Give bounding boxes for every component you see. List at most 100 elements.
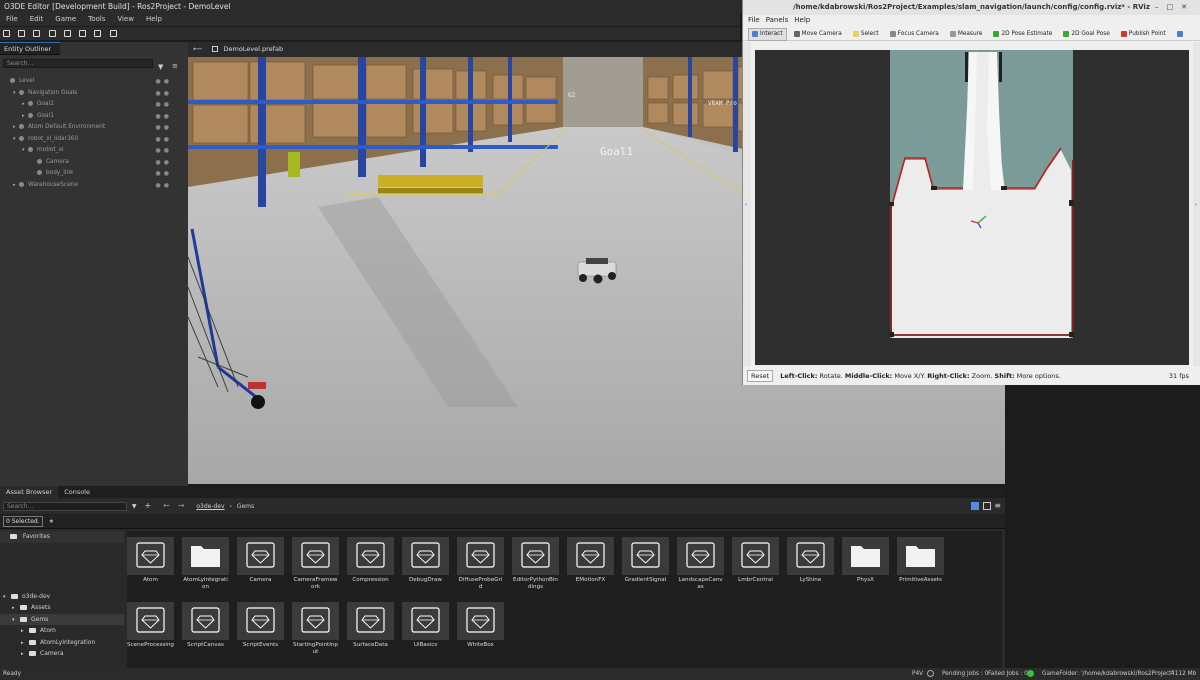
entity-row[interactable]: Level ●● bbox=[0, 76, 188, 88]
asset-tile[interactable]: UiBasics bbox=[402, 596, 457, 656]
asset-tile[interactable]: EditorPythonBindings bbox=[512, 531, 567, 591]
rviz-tool-add[interactable] bbox=[1173, 28, 1189, 41]
entity-row[interactable]: body_link ●● bbox=[0, 168, 188, 180]
visibility-lock-icons[interactable]: ●● bbox=[156, 111, 172, 123]
asset-tile[interactable]: PrimitiveAssets bbox=[897, 531, 952, 591]
tree-item[interactable]: ▸ Camera bbox=[0, 648, 124, 660]
visibility-lock-icons[interactable]: ●● bbox=[156, 134, 172, 146]
view-menu-icon[interactable]: ≡ bbox=[994, 498, 1001, 514]
outliner-menu-icon[interactable]: ≡ bbox=[172, 62, 178, 70]
toolbar-tool-4-icon[interactable] bbox=[48, 30, 56, 37]
filter-icon[interactable]: ▼ bbox=[158, 63, 163, 71]
asset-tile[interactable]: LandscapeCanvas bbox=[677, 531, 732, 591]
outliner-search-input[interactable]: Search... bbox=[3, 59, 153, 68]
visibility-lock-icons[interactable]: ●● bbox=[156, 88, 172, 100]
toolbar-tool-5-icon[interactable] bbox=[63, 30, 71, 37]
asset-tile[interactable]: AtomLyIntegration bbox=[182, 531, 237, 591]
tree-item[interactable]: ▾ Gems bbox=[0, 613, 124, 625]
entity-row[interactable]: ▸ Goal2 ●● bbox=[0, 99, 188, 111]
reset-button[interactable]: Reset bbox=[747, 370, 774, 382]
expand-arrow-icon[interactable]: ▸ bbox=[21, 649, 29, 661]
asset-search-input[interactable]: Search... bbox=[3, 502, 127, 511]
slam-map[interactable] bbox=[755, 50, 1189, 365]
expand-arrow-icon[interactable]: ▾ bbox=[13, 134, 19, 146]
star-icon[interactable]: ★ bbox=[49, 518, 54, 525]
tree-item[interactable]: ▸ Atom bbox=[0, 625, 124, 637]
toolbar-tool-7-icon[interactable] bbox=[94, 30, 102, 37]
rviz-3d-view[interactable] bbox=[755, 50, 1189, 365]
breadcrumb-current[interactable]: Gems bbox=[237, 503, 254, 510]
expand-arrow-icon[interactable]: ▸ bbox=[13, 180, 19, 192]
visibility-lock-icons[interactable]: ●● bbox=[156, 157, 172, 169]
filter-icon[interactable]: ▼ bbox=[132, 503, 137, 510]
visibility-lock-icons[interactable]: ●● bbox=[156, 180, 172, 192]
close-icon[interactable]: ✕ bbox=[1181, 3, 1195, 11]
grid-view-icon[interactable] bbox=[971, 502, 979, 510]
asset-tile[interactable]: EMotionFX bbox=[567, 531, 622, 591]
asset-tile[interactable]: Atom bbox=[127, 531, 182, 591]
entity-row[interactable]: ▾ robot_xl_lidar360 ●● bbox=[0, 134, 188, 146]
menu-edit[interactable]: Edit bbox=[30, 15, 44, 23]
add-icon[interactable]: + bbox=[144, 501, 151, 510]
visibility-lock-icons[interactable]: ●● bbox=[156, 99, 172, 111]
expand-arrow-icon[interactable]: ▸ bbox=[22, 111, 28, 123]
asset-tile[interactable]: DiffuseProbeGrid bbox=[457, 531, 512, 591]
menu-help[interactable]: Help bbox=[146, 15, 162, 23]
tree-item[interactable]: ▸ AtomLyIntegration bbox=[0, 637, 124, 649]
menu-file[interactable]: File bbox=[6, 15, 18, 23]
entity-row[interactable]: ▸ WarehouseScene ●● bbox=[0, 180, 188, 192]
asset-tile[interactable]: GradientSignal bbox=[622, 531, 677, 591]
goal-label[interactable]: Goal1 bbox=[600, 145, 633, 158]
asset-tile[interactable]: DebugDraw bbox=[402, 531, 457, 591]
entity-row[interactable]: ▸ Goal1 ●● bbox=[0, 111, 188, 123]
rviz-tool-2d-pose-estimate[interactable]: 2D Pose Estimate bbox=[989, 28, 1056, 41]
asset-tile[interactable]: SurfaceData bbox=[347, 596, 402, 656]
entity-row[interactable]: ▾ Navigation Goals ●● bbox=[0, 88, 188, 100]
rviz-tool-select[interactable]: Select bbox=[849, 28, 883, 41]
toolbar-tool-3-icon[interactable] bbox=[33, 30, 41, 37]
asset-tile[interactable]: PhysX bbox=[842, 531, 897, 591]
tab-asset-browser[interactable]: Asset Browser bbox=[0, 486, 59, 498]
toolbar-tool-8-icon[interactable] bbox=[109, 30, 117, 37]
toolbar-tool-2-icon[interactable] bbox=[18, 30, 26, 37]
rviz-menu-help[interactable]: Help bbox=[794, 16, 810, 24]
menu-view[interactable]: View bbox=[117, 15, 134, 23]
rviz-tool-measure[interactable]: Measure bbox=[946, 28, 987, 41]
asset-tile[interactable]: Camera bbox=[237, 531, 292, 591]
asset-tile[interactable]: SceneProcessing bbox=[127, 596, 182, 656]
asset-tile[interactable]: StartingPointInput bbox=[292, 596, 347, 656]
menu-tools[interactable]: Tools bbox=[88, 15, 105, 23]
menu-game[interactable]: Game bbox=[55, 15, 76, 23]
asset-tile[interactable]: CameraFramework bbox=[292, 531, 347, 591]
asset-tile[interactable]: ScriptEvents bbox=[237, 596, 292, 656]
rviz-menu-file[interactable]: File bbox=[748, 16, 760, 24]
favorites-row[interactable]: Favorites bbox=[0, 531, 124, 543]
expand-arrow-icon[interactable]: ▾ bbox=[22, 145, 28, 157]
back-arrow-icon[interactable]: ⟵ bbox=[193, 45, 202, 53]
list-view-icon[interactable] bbox=[983, 502, 991, 510]
rviz-menu-panels[interactable]: Panels bbox=[766, 16, 789, 24]
asset-tile[interactable]: LmbrCentral bbox=[732, 531, 787, 591]
tree-item[interactable]: ▸ Assets bbox=[0, 602, 124, 614]
visibility-lock-icons[interactable]: ●● bbox=[156, 76, 172, 88]
expand-arrow-icon[interactable]: ▸ bbox=[13, 122, 19, 134]
entity-row[interactable]: Camera ●● bbox=[0, 157, 188, 169]
expand-arrow-icon[interactable]: ▸ bbox=[22, 99, 28, 111]
tab-entity-outliner[interactable]: Entity Outliner bbox=[0, 42, 60, 55]
toolbar-tool-1-icon[interactable] bbox=[3, 30, 10, 37]
asset-tile[interactable]: LyShine bbox=[787, 531, 842, 591]
expand-arrow-icon[interactable]: ▾ bbox=[13, 88, 19, 100]
tab-console[interactable]: Console bbox=[58, 486, 96, 498]
asset-tile[interactable]: ScriptCanvas bbox=[182, 596, 237, 656]
forward-arrow-icon[interactable]: → bbox=[178, 501, 185, 510]
tree-item[interactable]: ▾ o3de-dev bbox=[0, 591, 124, 603]
rviz-tool-interact[interactable]: Interact bbox=[748, 28, 787, 41]
minimize-icon[interactable]: – bbox=[1155, 3, 1167, 11]
entity-row[interactable]: ▸ Atom Default Environment ●● bbox=[0, 122, 188, 134]
rviz-tool-move-camera[interactable]: Move Camera bbox=[790, 28, 846, 41]
rviz-tool-2d-goal-pose[interactable]: 2D Goal Pose bbox=[1059, 28, 1113, 41]
asset-tile[interactable]: Compression bbox=[347, 531, 402, 591]
left-dock-handle[interactable]: ‹ bbox=[743, 42, 751, 366]
asset-tile[interactable]: WhiteBox bbox=[457, 596, 512, 656]
breadcrumb-root[interactable]: o3de-dev bbox=[196, 503, 224, 510]
